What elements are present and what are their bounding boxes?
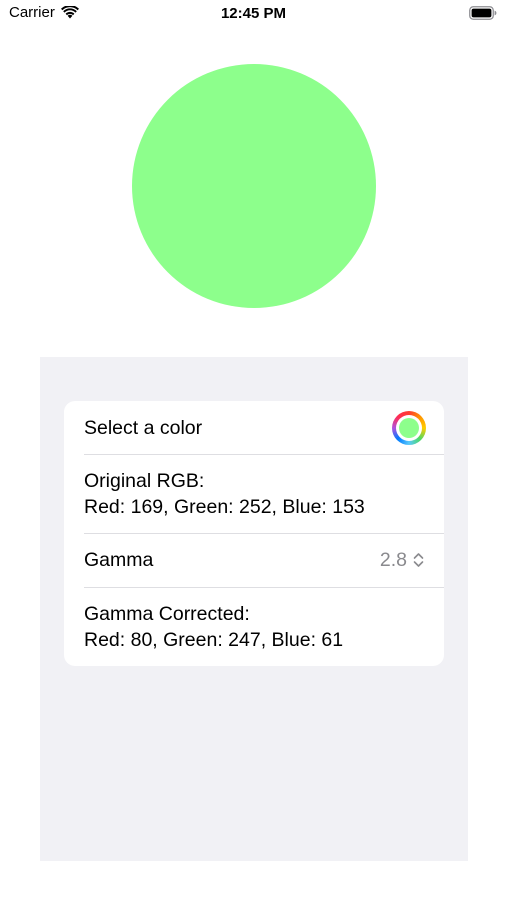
color-preview-circle: [132, 64, 376, 308]
original-rgb-title: Original RGB:: [84, 470, 205, 492]
gamma-picker[interactable]: 2.8: [380, 547, 424, 573]
status-bar: Carrier 12:45 PM: [0, 0, 507, 30]
original-rgb-row: Original RGB: Red: 169, Green: 252, Blue…: [64, 454, 444, 533]
gamma-corrected-row: Gamma Corrected: Red: 80, Green: 247, Bl…: [64, 587, 444, 666]
select-color-row[interactable]: Select a color: [64, 401, 444, 454]
gamma-corrected-title: Gamma Corrected:: [84, 603, 250, 625]
settings-panel: Select a color Original RGB: Red: 169, G…: [40, 357, 468, 861]
status-time: 12:45 PM: [220, 5, 287, 22]
battery-icon: [469, 6, 497, 20]
select-color-label: Select a color: [84, 416, 203, 439]
gamma-label: Gamma: [84, 549, 154, 571]
gamma-value: 2.8: [379, 549, 407, 571]
color-wheel-icon[interactable]: [392, 410, 426, 445]
chevron-up-down-icon: [413, 552, 424, 568]
gamma-row[interactable]: Gamma 2.8: [64, 533, 444, 587]
original-rgb-values: Red: 169, Green: 252, Blue: 153: [84, 496, 365, 518]
color-well-swatch: [399, 417, 419, 438]
gamma-corrected-values: Red: 80, Green: 247, Blue: 61: [84, 629, 344, 651]
settings-card: Select a color Original RGB: Red: 169, G…: [64, 401, 444, 666]
